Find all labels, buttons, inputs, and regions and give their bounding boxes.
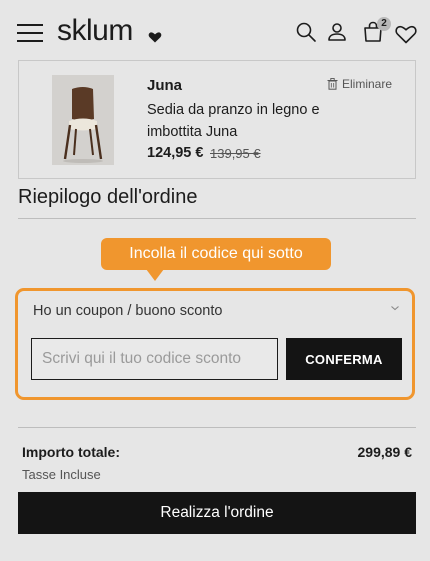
total-value: 299,89 € [357, 444, 413, 460]
site-header: sklum 2 [0, 0, 430, 62]
user-icon[interactable] [325, 20, 349, 44]
remove-label: Eliminare [342, 77, 393, 91]
confirm-coupon-button[interactable]: CONFERMA [286, 338, 402, 380]
cart-item: Juna Sedia da pranzo in legno e imbottit… [18, 60, 416, 179]
coupon-code-input[interactable] [31, 338, 278, 380]
coupon-hint-tooltip: Incolla il codice qui sotto [101, 238, 331, 270]
chevron-down-icon[interactable] [390, 303, 400, 313]
total-label: Importo totale: [22, 444, 120, 460]
divider [18, 427, 416, 428]
trash-icon [327, 78, 338, 90]
coupon-toggle-label[interactable]: Ho un coupon / buono sconto [33, 303, 222, 319]
product-description: Sedia da pranzo in legno e imbottita Jun… [147, 102, 320, 140]
product-old-price: 139,95 € [210, 146, 261, 161]
menu-icon[interactable] [17, 24, 43, 44]
logo-heart-icon [148, 32, 162, 43]
search-icon[interactable] [294, 20, 318, 44]
order-summary-title: Riepilogo dell'ordine [18, 186, 198, 208]
place-order-button[interactable]: Realizza l'ordine [18, 492, 416, 534]
logo[interactable]: sklum [57, 14, 133, 48]
product-image[interactable] [52, 75, 114, 165]
cart-count-badge: 2 [377, 17, 391, 31]
product-name[interactable]: Juna [147, 77, 182, 94]
product-price: 124,95 € [147, 145, 204, 161]
remove-item-button[interactable]: Eliminare [327, 77, 392, 91]
tax-note: Tasse Incluse [22, 467, 101, 482]
tooltip-arrow [146, 269, 164, 281]
coupon-section: Ho un coupon / buono sconto CONFERMA [15, 288, 415, 400]
divider [18, 218, 416, 219]
heart-icon[interactable] [394, 22, 418, 46]
